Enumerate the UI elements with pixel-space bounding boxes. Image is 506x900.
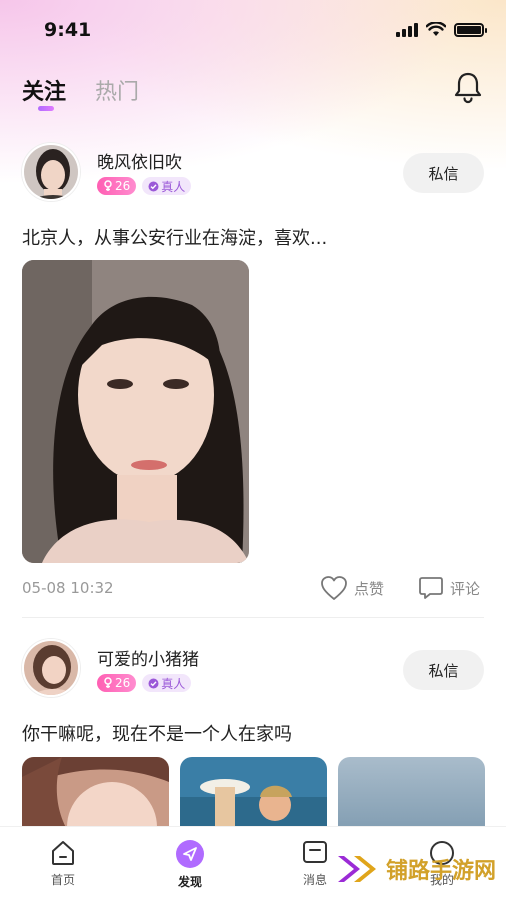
- username[interactable]: 可爱的小猪猪: [97, 645, 199, 670]
- discover-icon: [176, 840, 204, 868]
- heart-icon: [321, 576, 347, 600]
- user-badges: 26 真人: [97, 674, 192, 692]
- username[interactable]: 晚风依旧吹: [97, 148, 182, 173]
- feed-post: 可爱的小猪猪 26 真人 私信 你干嘛呢，现在不是一个人在家吗: [0, 620, 506, 837]
- post-text: 你干嘛呢，现在不是一个人在家吗: [22, 724, 292, 745]
- tabbar-item-discover[interactable]: 发现: [160, 839, 220, 890]
- verified-icon: [148, 678, 159, 688]
- top-header: 关注 热门: [0, 60, 506, 120]
- tab-active-indicator: [38, 106, 54, 111]
- age-badge: 26: [97, 177, 137, 195]
- verified-badge: 真人: [142, 674, 192, 692]
- wifi-icon: [426, 22, 446, 36]
- female-icon: [104, 677, 112, 688]
- user-badges: 26 真人: [97, 177, 192, 195]
- tabbar-label: 发现: [177, 875, 202, 889]
- status-bar: 9:41: [0, 0, 506, 60]
- tab-follow[interactable]: 关注: [22, 74, 66, 106]
- post-time: 05-08 10:32: [22, 579, 114, 597]
- tabbar-label: 首页: [50, 873, 75, 887]
- verified-badge: 真人: [142, 177, 192, 195]
- post-photo[interactable]: [180, 757, 327, 837]
- age-badge: 26: [97, 674, 137, 692]
- signal-icon: [396, 22, 418, 37]
- message-button[interactable]: 私信: [403, 153, 484, 193]
- comment-button[interactable]: 评论: [418, 575, 480, 601]
- post-photo[interactable]: [22, 757, 169, 837]
- age-text: 26: [115, 179, 131, 193]
- tabbar-label: 消息: [302, 873, 327, 887]
- post-photo[interactable]: [22, 260, 249, 563]
- tab-hot[interactable]: 热门: [95, 74, 139, 106]
- feed-post: 晚风依旧吹 26 真人 私信 北京人，从事公安行业在海淀，喜欢... 05-08…: [0, 130, 506, 620]
- message-icon: [303, 841, 327, 863]
- watermark-text: 铺路手游网: [385, 859, 496, 884]
- age-text: 26: [115, 676, 131, 690]
- post-text: 北京人，从事公安行业在海淀，喜欢...: [22, 228, 328, 249]
- post-divider: [22, 617, 484, 618]
- like-button[interactable]: 点赞: [320, 575, 384, 601]
- female-icon: [104, 180, 112, 191]
- feed: 晚风依旧吹 26 真人 私信 北京人，从事公安行业在海淀，喜欢... 05-08…: [0, 130, 506, 837]
- verified-text: 真人: [161, 676, 186, 691]
- battery-icon: [454, 22, 487, 37]
- watermark-logo-icon: [337, 856, 376, 882]
- verified-text: 真人: [161, 179, 186, 194]
- avatar[interactable]: [22, 639, 80, 697]
- home-icon: [52, 841, 74, 865]
- comment-label: 评论: [450, 579, 481, 598]
- comment-icon: [419, 577, 443, 599]
- post-photo[interactable]: [338, 757, 485, 837]
- verified-icon: [148, 181, 159, 191]
- status-time: 9:41: [44, 19, 92, 41]
- like-label: 点赞: [354, 579, 385, 598]
- status-icons: [396, 22, 487, 37]
- bell-icon[interactable]: [452, 70, 484, 104]
- tabbar-item-home[interactable]: 首页: [33, 839, 93, 888]
- message-button[interactable]: 私信: [403, 650, 484, 690]
- watermark: 铺路手游网: [336, 852, 496, 886]
- avatar[interactable]: [22, 143, 80, 201]
